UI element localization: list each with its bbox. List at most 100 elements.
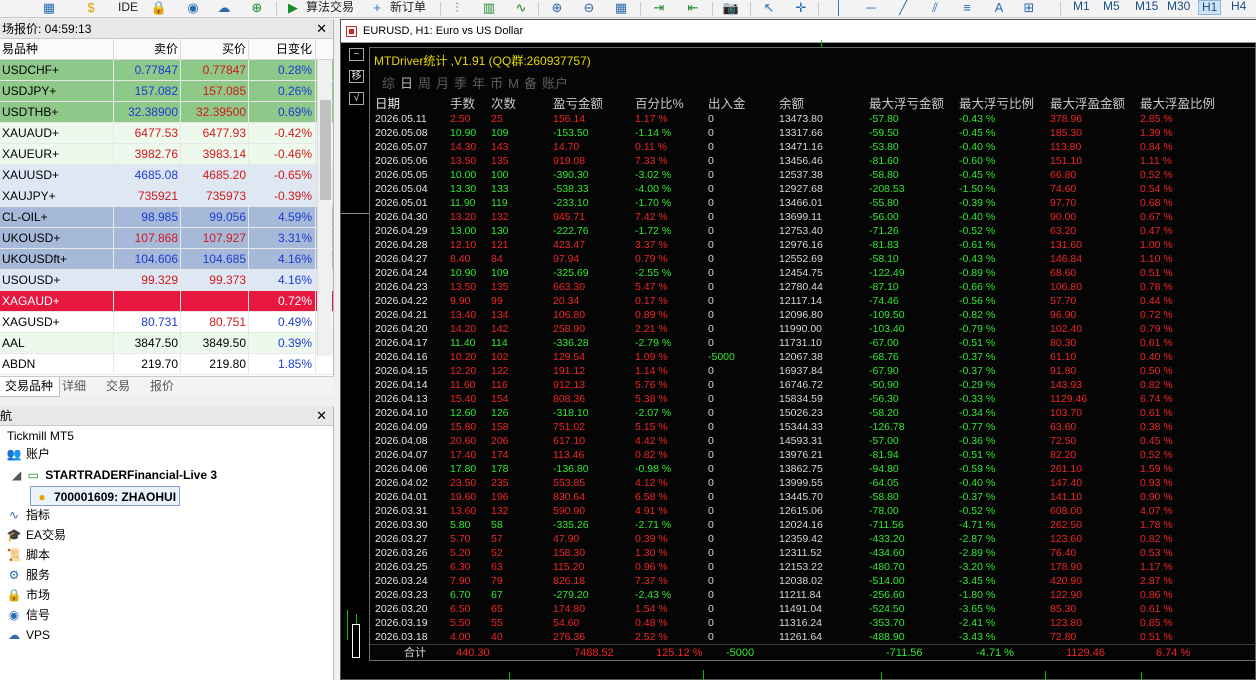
timeframe-h4[interactable]: H4	[1228, 0, 1249, 15]
nav-indicators[interactable]: ∿ 指标	[6, 505, 50, 525]
stats-tab[interactable]: 月	[436, 76, 449, 91]
stats-tab[interactable]: 日	[400, 76, 413, 91]
add-icon[interactable]: ⊕	[248, 1, 266, 15]
tab-details[interactable]: 详细	[56, 377, 92, 396]
timeframe-m15[interactable]: M15	[1132, 0, 1161, 15]
bar-chart-icon[interactable]: ⫶	[448, 1, 466, 15]
cell-max-drawdown: -81.94	[869, 449, 899, 461]
timeframe-m5[interactable]: M5	[1100, 0, 1123, 15]
stats-tab[interactable]: 币	[490, 76, 503, 91]
algo-trading-button[interactable]: 算法交易	[303, 0, 357, 17]
line-chart-icon[interactable]: ∿	[512, 1, 530, 15]
check-button[interactable]: √	[349, 92, 364, 105]
market-watch-header: 易品种 卖价 买价 日变化	[0, 39, 333, 60]
new-order-button[interactable]: 新订单	[386, 0, 430, 17]
trend-line-icon[interactable]: ╱	[894, 1, 912, 15]
vps-icon: ☁	[8, 628, 20, 642]
stats-tab[interactable]: 账户	[542, 76, 568, 91]
column-bid[interactable]: 卖价	[114, 39, 181, 59]
candle-chart-icon[interactable]: ▥	[480, 1, 498, 15]
objects-icon[interactable]: ⊞	[1020, 1, 1038, 15]
market-watch-row[interactable]: USOUSD+ 99.329 99.373 4.16%	[0, 270, 333, 291]
market-watch-row[interactable]: XAUUSD+ 4685.08 4685.20 -0.65%	[0, 165, 333, 186]
stats-tab[interactable]: 年	[472, 76, 485, 91]
crosshair-icon[interactable]: ✛	[792, 1, 810, 15]
cell-max-drawdown-pct: -0.40 %	[959, 141, 996, 153]
nav-accounts[interactable]: 👥 账户	[6, 444, 51, 464]
new-order-icon[interactable]: +	[368, 1, 386, 15]
market-watch-row[interactable]: CL-OIL+ 98.985 99.056 4.59%	[0, 207, 333, 228]
cell-lots: 12.60	[450, 407, 477, 419]
market-watch-title: 场报价: 04:59:13 ✕	[0, 19, 333, 39]
column-daily-change[interactable]: 日变化	[249, 39, 316, 59]
column-ask[interactable]: 买价	[181, 39, 249, 59]
nav-services[interactable]: ⚙ 服务	[6, 565, 50, 585]
market-watch-row[interactable]: XAUAUD+ 6477.53 6477.93 -0.42%	[0, 123, 333, 144]
stats-tab[interactable]: 备	[524, 76, 537, 91]
column-symbol[interactable]: 易品种	[0, 39, 114, 59]
market-watch-row[interactable]: UKOUSDft+ 104.606 104.685 4.16%	[0, 249, 333, 270]
stats-tab[interactable]: 综	[382, 76, 395, 91]
chart-icon[interactable]: ▦	[40, 1, 58, 15]
nav-account[interactable]: ● 700001609: ZHAOHUI	[30, 486, 181, 506]
nav-signals[interactable]: ◉ 信号	[6, 605, 50, 625]
timeframe-m1[interactable]: M1	[1070, 0, 1093, 15]
nav-server[interactable]: ◢ ▭ STARTRADERFinancial-Live 3	[12, 465, 217, 485]
signal-icon[interactable]: ◉	[184, 1, 202, 15]
autoscroll-icon[interactable]: ⇥	[650, 1, 668, 15]
market-watch-scrollbar[interactable]	[317, 60, 332, 356]
market-watch-row[interactable]: USDTHB+ 32.38900 32.39500 0.69%	[0, 102, 333, 123]
close-icon[interactable]: ✕	[316, 19, 327, 39]
vertical-line-icon[interactable]: │	[830, 1, 848, 15]
play-icon[interactable]: ▶	[284, 1, 302, 15]
grid-icon[interactable]: ▦	[612, 1, 630, 15]
market-watch-row[interactable]: XAGUSD+ 80.731 80.751 0.49%	[0, 312, 333, 333]
fibonacci-icon[interactable]: ≡	[958, 1, 976, 15]
market-watch-row[interactable]: AAL 3847.50 3849.50 0.39%	[0, 333, 333, 354]
stats-tab[interactable]: 周	[418, 76, 431, 91]
market-watch-row[interactable]: XAGAUD+ 0.72%	[0, 291, 333, 312]
lock-icon[interactable]: 🔒	[150, 1, 168, 15]
stats-tab[interactable]: M	[508, 76, 519, 91]
tab-trading[interactable]: 交易	[100, 377, 136, 396]
tab-symbols[interactable]: 交易品种	[0, 377, 61, 397]
nav-market[interactable]: 🔒 市场	[6, 585, 51, 605]
cursor-icon[interactable]: ↖	[760, 1, 778, 15]
market-watch-row[interactable]: UKOUSD+ 107.868 107.927 3.31%	[0, 228, 333, 249]
market-watch-row[interactable]: XAUEUR+ 3982.76 3983.14 -0.46%	[0, 144, 333, 165]
stats-tab[interactable]: 季	[454, 76, 467, 91]
market-watch-row[interactable]: USDCHF+ 0.77847 0.77847 0.28%	[0, 60, 333, 81]
timeframe-m30[interactable]: M30	[1164, 0, 1193, 15]
market-watch-row[interactable]: ABDN 219.70 219.80 1.85%	[0, 354, 333, 375]
bid-price: 0.77847	[114, 60, 181, 80]
chart-shift-icon[interactable]: ⇤	[684, 1, 702, 15]
minimize-button[interactable]: −	[349, 48, 364, 61]
ide-button[interactable]: IDE	[116, 0, 140, 17]
cell-balance: 13317.66	[779, 127, 823, 139]
tab-ticks[interactable]: 报价	[144, 377, 180, 396]
market-watch-row[interactable]: XAUJPY+ 735921 735973 -0.39%	[0, 186, 333, 207]
screenshot-icon[interactable]: 📷	[722, 1, 740, 15]
cell-date: 2026.05.06	[375, 155, 428, 167]
header-max-profit-pct: 最大浮盈比例	[1140, 97, 1216, 111]
cell-max-profit: 123.60	[1050, 533, 1083, 545]
cell-max-drawdown-pct: -0.77 %	[959, 421, 996, 433]
horizontal-line-icon[interactable]: ─	[862, 1, 880, 15]
nav-scripts[interactable]: 📜 脚本	[6, 545, 51, 565]
nav-vps[interactable]: ☁ VPS	[6, 625, 50, 645]
move-button[interactable]: 移	[349, 70, 364, 83]
nav-expert-advisors[interactable]: 🎓 EA交易	[6, 525, 67, 545]
cloud-icon[interactable]: ☁	[215, 1, 233, 15]
cell-balance: 16746.72	[779, 379, 823, 391]
zoom-in-icon[interactable]: ⊕	[548, 1, 566, 15]
channel-icon[interactable]: ⫽	[926, 1, 944, 15]
market-watch-row[interactable]: USDJPY+ 157.082 157.085 0.26%	[0, 81, 333, 102]
stats-row: 2026.05.07 14.30 143 14.70 0.11 % 0 13471.16 -5…	[370, 140, 1256, 154]
text-icon[interactable]: A	[990, 1, 1008, 15]
timeframe-h1[interactable]: H1	[1198, 0, 1222, 15]
dollar-icon[interactable]: $	[82, 1, 100, 15]
close-icon[interactable]: ✕	[316, 406, 327, 426]
nav-broker[interactable]: Tickmill MT5	[7, 426, 74, 446]
zoom-out-icon[interactable]: ⊖	[580, 1, 598, 15]
bid-price: 735921	[114, 186, 181, 206]
